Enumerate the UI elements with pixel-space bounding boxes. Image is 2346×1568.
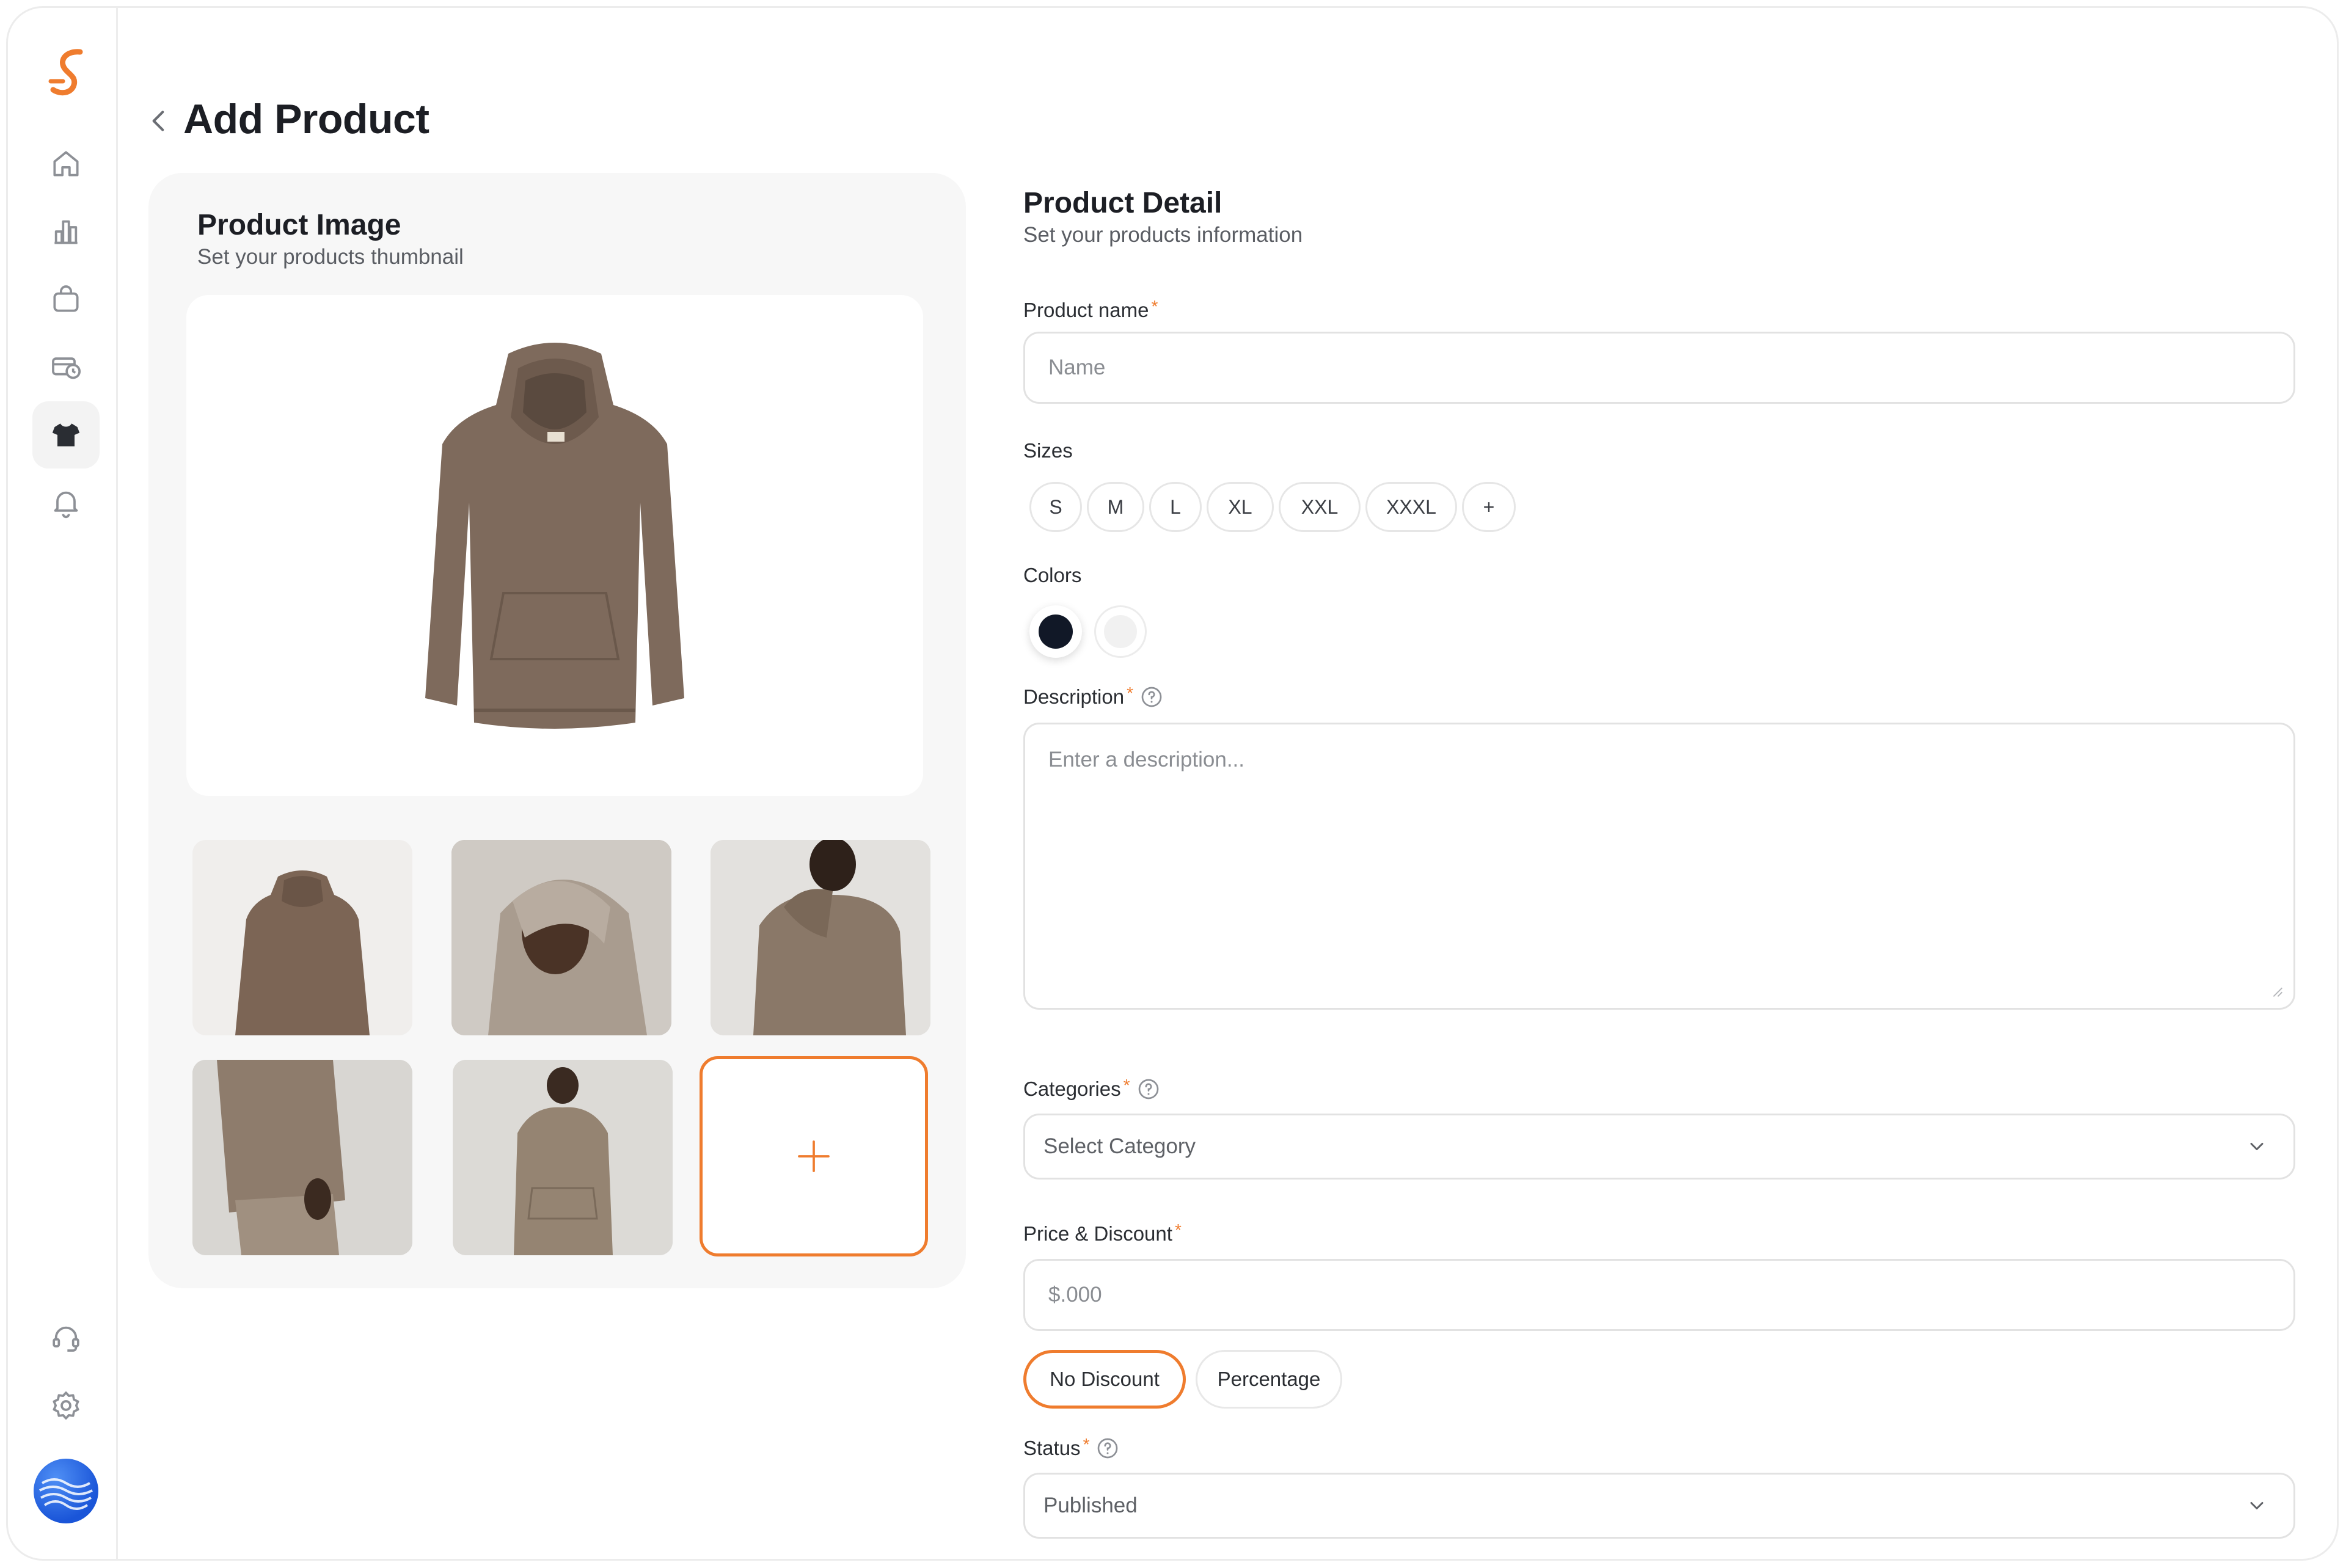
- colors-label-text: Colors: [1023, 564, 1082, 586]
- bell-icon: [54, 491, 78, 519]
- chevron-down-icon: [2250, 1502, 2264, 1509]
- categories-label-text: Categories: [1023, 1078, 1121, 1100]
- required-marker: *: [1151, 297, 1158, 316]
- gear-icon: [53, 1391, 79, 1420]
- model-side-image: [192, 1060, 412, 1255]
- help-icon[interactable]: [1136, 1077, 1161, 1101]
- payment-icon: [52, 357, 81, 379]
- size-chip-l[interactable]: L: [1149, 482, 1202, 532]
- nav-home[interactable]: [32, 130, 100, 197]
- size-chip-xxl[interactable]: XXL: [1279, 482, 1361, 532]
- panel-title: Product Image: [197, 209, 401, 241]
- color-swatch-white-ring[interactable]: [1094, 605, 1147, 658]
- nav-settings[interactable]: [32, 1372, 100, 1439]
- hoodie-thumbnail-image: [235, 870, 370, 1035]
- product-thumbnail[interactable]: [192, 840, 412, 1035]
- size-chip-xxxl[interactable]: XXXL: [1365, 482, 1457, 532]
- help-icon[interactable]: [1095, 1436, 1120, 1460]
- main-product-image[interactable]: [186, 295, 923, 796]
- resize-handle-icon[interactable]: [2268, 982, 2285, 999]
- app-frame: Add Product Product Image Set your produ…: [6, 6, 2339, 1561]
- price-field[interactable]: [1023, 1259, 2295, 1331]
- bag-icon: [53, 285, 79, 312]
- required-marker: *: [1123, 1076, 1130, 1095]
- size-chip-s[interactable]: S: [1029, 482, 1082, 532]
- panel-subtitle: Set your products thumbnail: [197, 245, 464, 269]
- product-name-field[interactable]: [1023, 332, 2295, 404]
- category-select[interactable]: Select Category: [1023, 1114, 2295, 1180]
- size-chip-xl[interactable]: XL: [1207, 482, 1274, 532]
- price-label: Price & Discount *: [1023, 1220, 1182, 1245]
- description-label-text: Description: [1023, 685, 1125, 708]
- percentage-option[interactable]: Percentage: [1196, 1350, 1342, 1409]
- logo-icon[interactable]: [42, 46, 97, 101]
- avatar[interactable]: [34, 1459, 98, 1523]
- color-swatch-selected-ring[interactable]: [1029, 605, 1082, 658]
- nav-orders[interactable]: [32, 266, 100, 333]
- detail-subtitle: Set your products information: [1023, 223, 1303, 247]
- chevron-down-icon: [2250, 1143, 2264, 1150]
- product-thumbnail[interactable]: [451, 840, 671, 1035]
- detail-title: Product Detail: [1023, 187, 1222, 219]
- chart-icon: [54, 220, 78, 244]
- avatar-pattern-icon: [39, 1478, 93, 1510]
- help-icon[interactable]: [1139, 685, 1164, 709]
- product-name-input[interactable]: [1047, 333, 2293, 403]
- status-label-text: Status: [1023, 1437, 1081, 1459]
- product-name-label: Product name *: [1023, 297, 1158, 322]
- description-field[interactable]: [1023, 723, 2295, 1010]
- no-discount-option[interactable]: No Discount: [1023, 1350, 1186, 1409]
- plus-icon: [798, 1140, 830, 1172]
- color-swatch-black: [1039, 614, 1073, 649]
- sizes-label: Sizes: [1023, 439, 1073, 462]
- price-input[interactable]: [1047, 1260, 2293, 1330]
- back-icon[interactable]: [144, 106, 174, 136]
- home-icon: [53, 151, 79, 177]
- nav-analytics[interactable]: [32, 198, 100, 265]
- colors-label: Colors: [1023, 564, 1081, 587]
- product-name-label-text: Product name: [1023, 299, 1149, 321]
- nav-payments[interactable]: [32, 334, 100, 401]
- nav-support[interactable]: [32, 1304, 100, 1371]
- status-select-value: Published: [1043, 1493, 1138, 1517]
- category-select-value: Select Category: [1043, 1134, 1196, 1158]
- sidebar: [8, 8, 118, 1559]
- model-hood-image: [451, 840, 671, 1035]
- model-back-image: [711, 840, 930, 1035]
- status-select[interactable]: Published: [1023, 1473, 2295, 1539]
- model-front-image: [453, 1060, 673, 1255]
- nav-products[interactable]: [32, 401, 100, 469]
- description-label: Description *: [1023, 684, 1164, 709]
- product-thumbnail[interactable]: [453, 1060, 673, 1255]
- product-image-panel: Product Image Set your products thumbnai…: [148, 173, 966, 1288]
- status-label: Status *: [1023, 1435, 1120, 1460]
- product-thumbnail[interactable]: [711, 840, 930, 1035]
- product-thumbnail[interactable]: [192, 1060, 412, 1255]
- required-marker: *: [1174, 1220, 1182, 1239]
- headset-icon: [53, 1326, 79, 1352]
- page-title: Add Product: [183, 96, 429, 142]
- required-marker: *: [1127, 684, 1133, 702]
- price-label-text: Price & Discount: [1023, 1222, 1172, 1245]
- sizes-label-text: Sizes: [1023, 439, 1073, 462]
- hoodie-image: [425, 343, 684, 729]
- categories-label: Categories *: [1023, 1076, 1161, 1101]
- size-chip-m[interactable]: M: [1087, 482, 1144, 532]
- add-size-button[interactable]: +: [1462, 482, 1516, 532]
- color-swatch-white: [1104, 615, 1137, 648]
- description-textarea[interactable]: [1047, 746, 2293, 993]
- add-image-button[interactable]: [700, 1056, 928, 1256]
- nav-notifications[interactable]: [32, 469, 100, 536]
- tshirt-icon: [52, 423, 80, 447]
- required-marker: *: [1083, 1435, 1090, 1454]
